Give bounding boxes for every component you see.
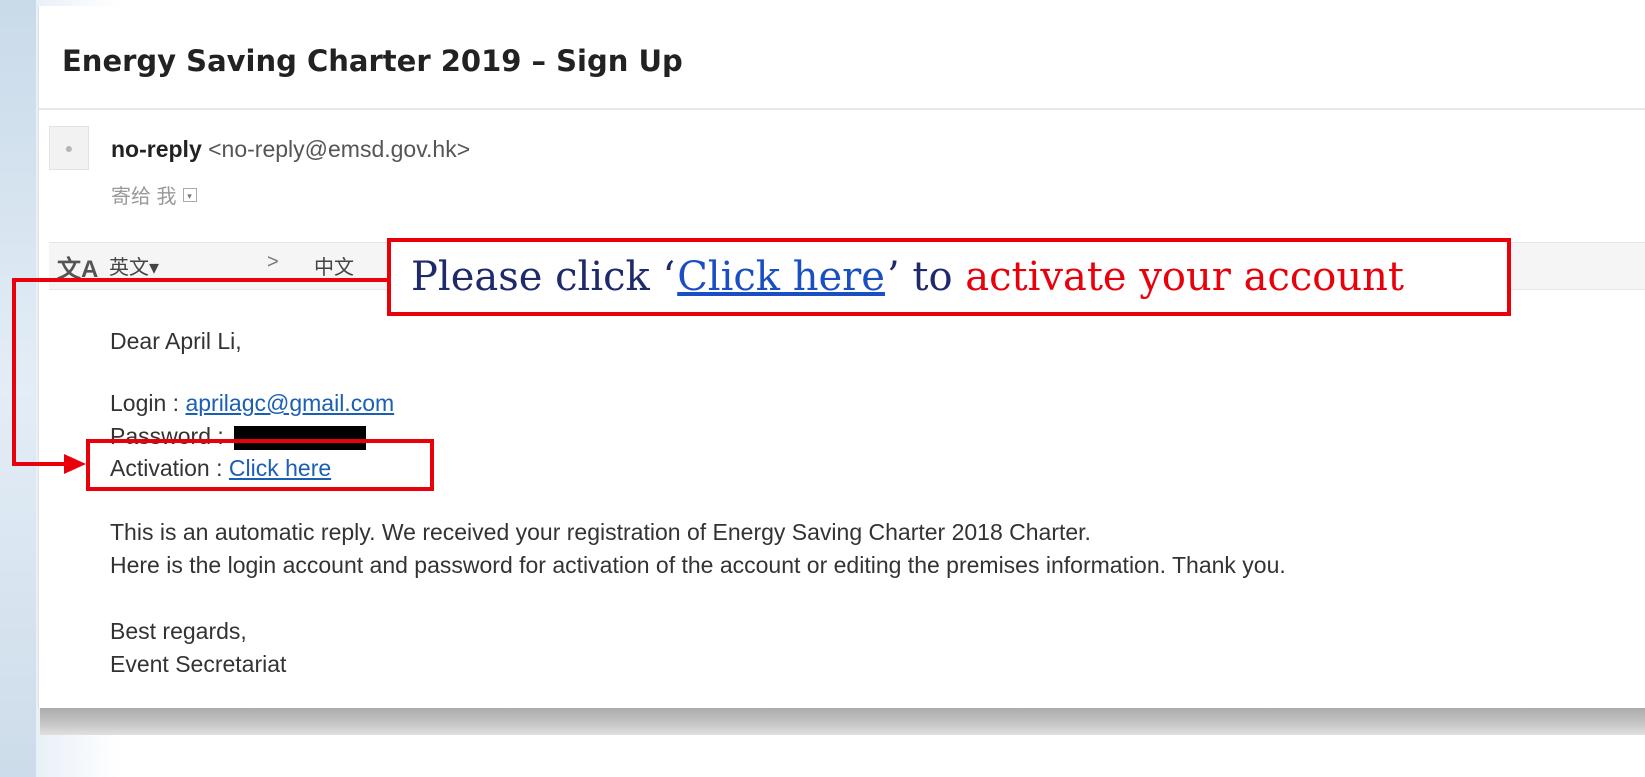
- activation-highlight-box: [86, 439, 434, 491]
- callout-text-part1: Please click ‘: [411, 254, 676, 300]
- recipient-line: 寄给 我 ▾: [111, 180, 197, 209]
- email-card: Energy Saving Charter 2019 – Sign Up ● n…: [38, 6, 1645, 708]
- recipient-label: 寄给 我: [111, 186, 177, 208]
- translate-arrow-icon: >: [267, 251, 279, 273]
- translate-to-language[interactable]: 中文: [314, 251, 354, 280]
- email-subject: Energy Saving Charter 2019 – Sign Up: [62, 44, 683, 78]
- instruction-callout: Please click ‘ Click here ’ to activate …: [387, 238, 1511, 316]
- greeting: Dear April Li,: [110, 328, 242, 354]
- body-line-1: This is an automatic reply. We received …: [110, 519, 1091, 545]
- person-icon: ●: [64, 140, 74, 156]
- arrow-line-vertical: [12, 278, 16, 466]
- callout-text-part2: ’ to: [886, 254, 953, 300]
- signature: Event Secretariat: [110, 651, 287, 677]
- arrow-line-top: [12, 278, 388, 282]
- sender-avatar[interactable]: ●: [49, 126, 89, 170]
- page-left-decoration: [0, 0, 36, 777]
- bottom-shadow-bar: [40, 707, 1645, 735]
- sender-email: <no-reply@emsd.gov.hk>: [208, 136, 471, 162]
- arrow-head-icon: [64, 454, 86, 474]
- signoff: Best regards,: [110, 618, 247, 644]
- body-line-2: Here is the login account and password f…: [110, 552, 1286, 578]
- login-label: Login :: [110, 390, 186, 416]
- login-email-link[interactable]: aprilagc@gmail.com: [185, 390, 394, 416]
- translate-from-language[interactable]: 英文▾: [109, 251, 159, 280]
- sender-line: no-reply <no-reply@emsd.gov.hk>: [111, 136, 470, 163]
- recipient-details-dropdown-icon[interactable]: ▾: [182, 187, 197, 202]
- callout-text-highlight: activate your account: [965, 254, 1404, 300]
- subject-header: Energy Saving Charter 2019 – Sign Up: [39, 6, 1645, 110]
- login-line: Login : aprilagc@gmail.com: [110, 390, 394, 417]
- callout-link-text: Click here: [677, 254, 885, 300]
- sender-name[interactable]: no-reply: [111, 136, 202, 162]
